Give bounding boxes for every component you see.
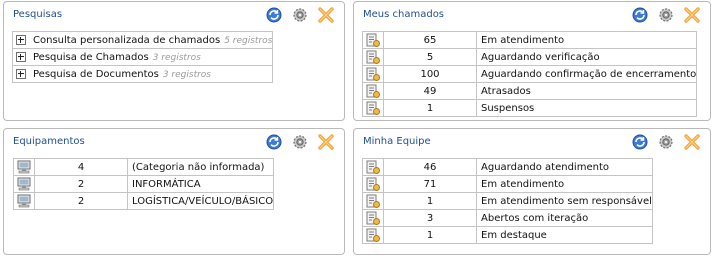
ticket-list-icon[interactable]: [366, 177, 380, 191]
computer-icon[interactable]: [16, 194, 32, 208]
table-row[interactable]: 2 LOGÍSTICA/VEÍCULO/BÁSICO: [13, 192, 274, 210]
panel-toolbar: [264, 5, 336, 25]
expand-icon[interactable]: [16, 34, 26, 45]
close-icon[interactable]: [316, 132, 336, 152]
count-cell[interactable]: 1: [383, 226, 477, 244]
ticket-list-icon[interactable]: [366, 50, 380, 64]
panel-minha-equipe: Minha Equipe 46 Aguardando atendimento 7…: [353, 128, 711, 255]
pesquisas-table: Consulta personalizada de chamados 5 regi…: [12, 31, 274, 83]
close-icon[interactable]: [682, 5, 702, 25]
panel-meus-chamados: Meus chamados 65 Em atendimento 5 Aguard…: [353, 1, 711, 121]
status-label[interactable]: Aguardando atendimento: [476, 158, 653, 176]
table-row[interactable]: 49 Atrasados: [362, 82, 697, 100]
table-row[interactable]: 46 Aguardando atendimento: [362, 158, 653, 176]
ticket-list-icon[interactable]: [366, 101, 380, 115]
table-row[interactable]: 2 INFORMÁTICA: [13, 175, 274, 193]
table-row[interactable]: 5 Aguardando verificação: [362, 48, 697, 66]
count-cell[interactable]: 65: [383, 31, 477, 49]
panel-title: Minha Equipe: [363, 136, 431, 147]
ticket-list-icon[interactable]: [366, 67, 380, 81]
ticket-list-icon[interactable]: [366, 194, 380, 208]
status-label[interactable]: Em destaque: [477, 227, 653, 244]
status-label[interactable]: Em atendimento sem responsável: [476, 192, 653, 210]
table-row[interactable]: 100 Aguardando confirmação de encerramen…: [362, 65, 697, 83]
count-cell[interactable]: 1: [383, 99, 477, 117]
search-name[interactable]: Pesquisa de Documentos: [33, 69, 159, 80]
count-cell[interactable]: 100: [383, 65, 477, 83]
table-row[interactable]: Pesquisa de Documentos 3 registros: [13, 66, 273, 83]
table-row[interactable]: 1 Suspensos: [362, 99, 697, 117]
record-count: 5 registros: [224, 35, 273, 46]
settings-icon[interactable]: [656, 5, 676, 25]
count-cell[interactable]: 46: [383, 158, 477, 176]
status-label[interactable]: Em atendimento: [476, 31, 697, 49]
meus-chamados-table: 65 Em atendimento 5 Aguardando verificaç…: [362, 31, 698, 117]
count-cell[interactable]: 2: [34, 175, 128, 193]
search-name[interactable]: Pesquisa de Chamados: [33, 52, 149, 63]
ticket-list-icon[interactable]: [366, 228, 380, 242]
category-label[interactable]: INFORMÁTICA: [127, 175, 274, 193]
ticket-list-icon[interactable]: [366, 211, 380, 225]
status-label[interactable]: Aguardando verificação: [476, 48, 697, 66]
category-label[interactable]: (Categoria não informada): [127, 158, 274, 176]
status-label[interactable]: Atrasados: [476, 82, 697, 100]
count-cell[interactable]: 5: [383, 48, 477, 66]
count-cell[interactable]: 49: [383, 82, 477, 100]
status-label[interactable]: Abertos com iteração: [476, 209, 653, 227]
ticket-list-icon[interactable]: [366, 160, 380, 174]
panel-toolbar: [264, 132, 336, 152]
ticket-list-icon[interactable]: [366, 84, 380, 98]
panel-pesquisas: Pesquisas Consulta personalizada de cham…: [3, 1, 345, 121]
count-cell[interactable]: 2: [34, 192, 128, 210]
count-cell[interactable]: 3: [383, 209, 477, 227]
table-row[interactable]: 71 Em atendimento: [362, 175, 653, 193]
refresh-icon[interactable]: [264, 5, 284, 25]
settings-icon[interactable]: [290, 132, 310, 152]
table-row[interactable]: 65 Em atendimento: [362, 31, 697, 49]
status-label[interactable]: Aguardando confirmação de encerramento: [476, 65, 697, 83]
category-label[interactable]: LOGÍSTICA/VEÍCULO/BÁSICO: [128, 193, 274, 210]
count-cell[interactable]: 1: [383, 192, 477, 210]
count-cell[interactable]: 4: [34, 158, 128, 176]
minha-equipe-table: 46 Aguardando atendimento 71 Em atendime…: [362, 158, 653, 244]
computer-icon[interactable]: [16, 177, 32, 191]
panel-toolbar: [630, 5, 702, 25]
refresh-icon[interactable]: [630, 5, 650, 25]
settings-icon[interactable]: [656, 132, 676, 152]
table-row[interactable]: Consulta personalizada de chamados 5 regi…: [12, 31, 273, 49]
panel-title: Equipamentos: [13, 136, 85, 147]
refresh-icon[interactable]: [630, 132, 650, 152]
ticket-list-icon[interactable]: [366, 33, 380, 47]
panel-equipamentos: Equipamentos 4 (Categoria não informada)…: [3, 128, 345, 255]
panel-toolbar: [630, 132, 702, 152]
table-row[interactable]: 4 (Categoria não informada): [13, 158, 274, 176]
search-name[interactable]: Consulta personalizada de chamados: [33, 35, 220, 46]
table-row[interactable]: 3 Abertos com iteração: [362, 209, 653, 227]
status-label[interactable]: Suspensos: [477, 100, 697, 117]
refresh-icon[interactable]: [264, 132, 284, 152]
status-label[interactable]: Em atendimento: [476, 175, 653, 193]
settings-icon[interactable]: [290, 5, 310, 25]
expand-icon[interactable]: [16, 51, 26, 62]
table-row[interactable]: Pesquisa de Chamados 3 registros: [12, 48, 273, 66]
panel-title: Meus chamados: [363, 9, 445, 20]
table-row[interactable]: 1 Em destaque: [362, 226, 653, 244]
expand-icon[interactable]: [16, 68, 26, 79]
computer-icon[interactable]: [16, 160, 32, 174]
count-cell[interactable]: 71: [383, 175, 477, 193]
record-count: 3 registros: [152, 52, 201, 63]
close-icon[interactable]: [316, 5, 336, 25]
close-icon[interactable]: [682, 132, 702, 152]
table-row[interactable]: 1 Em atendimento sem responsável: [362, 192, 653, 210]
equipamentos-table: 4 (Categoria não informada) 2 INFORMÁTIC…: [13, 158, 275, 210]
record-count: 3 registros: [162, 69, 211, 80]
panel-title: Pesquisas: [13, 9, 63, 20]
